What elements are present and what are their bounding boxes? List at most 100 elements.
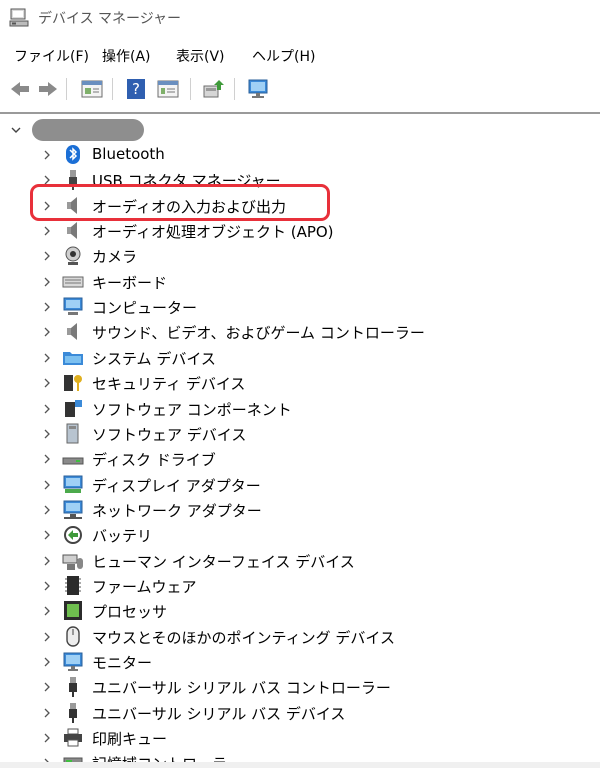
chevron-right-icon[interactable] — [42, 504, 52, 516]
tree-item-processors[interactable]: プロセッサ — [0, 598, 600, 623]
properties-icon[interactable] — [80, 78, 104, 100]
tree-item-security-devices[interactable]: セキュリティ デバイス — [0, 370, 600, 395]
usb-plug-icon — [69, 677, 77, 697]
chevron-right-icon[interactable] — [42, 707, 52, 719]
network-adapter-icon — [63, 500, 83, 519]
battery-icon — [64, 526, 82, 544]
disk-drive-icon — [62, 457, 84, 465]
tree-item-storage-controllers[interactable]: 記憶域コントローラー — [0, 750, 600, 762]
toolbar-separator — [112, 78, 113, 100]
chevron-right-icon[interactable] — [42, 605, 52, 617]
tree-item-label: オーディオ処理オブジェクト (APO) — [92, 223, 334, 241]
software-device-icon — [66, 423, 79, 444]
tree-item-label: 記憶域コントローラー — [92, 753, 242, 762]
back-arrow-icon[interactable] — [8, 78, 32, 100]
chevron-right-icon[interactable] — [42, 580, 52, 592]
tree-item-usb-controllers[interactable]: ユニバーサル シリアル バス コントローラー — [0, 674, 600, 699]
hid-icon — [62, 554, 83, 570]
processor-icon — [64, 601, 82, 620]
tree-item-software-devices[interactable]: ソフトウェア デバイス — [0, 421, 600, 446]
chevron-right-icon[interactable] — [42, 529, 52, 541]
chevron-right-icon[interactable] — [42, 681, 52, 693]
help-icon[interactable]: ? — [124, 78, 148, 100]
storage-controller-icon — [63, 757, 83, 762]
forward-arrow-icon[interactable] — [36, 78, 60, 100]
update-driver-icon[interactable] — [202, 78, 226, 100]
menu-bar: ファイル(F) 操作(A) 表示(V) ヘルプ(H) — [0, 38, 600, 70]
tree-item-label: ソフトウェア コンポーネント — [92, 401, 292, 419]
tree-item-label: プロセッサ — [92, 603, 168, 621]
tree-item-print-queues[interactable]: 印刷キュー — [0, 725, 600, 750]
chevron-right-icon[interactable] — [42, 225, 52, 237]
chevron-right-icon[interactable] — [42, 149, 52, 161]
chevron-right-icon[interactable] — [42, 326, 52, 338]
chevron-right-icon[interactable] — [42, 453, 52, 465]
tree-item-display-adapters[interactable]: ディスプレイ アダプター — [0, 472, 600, 497]
tree-item-computer[interactable]: コンピューター — [0, 294, 600, 319]
menu-file[interactable]: ファイル(F) — [14, 46, 89, 66]
chevron-right-icon[interactable] — [42, 656, 52, 668]
tree-item-label: バッテリ — [92, 527, 153, 545]
chevron-right-icon[interactable] — [42, 276, 52, 288]
firmware-chip-icon — [65, 576, 81, 595]
chevron-right-icon[interactable] — [42, 377, 52, 389]
tree-item-label: ディスク ドライブ — [92, 451, 216, 469]
printer-icon — [64, 728, 82, 747]
tree-item-network-adapters[interactable]: ネットワーク アダプター — [0, 497, 600, 522]
computer-name-redacted[interactable] — [32, 119, 144, 141]
toolbar: ? — [0, 72, 600, 106]
tree-item-label: ファームウェア — [92, 578, 197, 596]
chevron-right-icon[interactable] — [42, 732, 52, 744]
security-key-icon — [64, 375, 82, 391]
tree-item-sound-video-game-controllers[interactable]: サウンド、ビデオ、およびゲーム コントローラー — [0, 319, 600, 344]
tree-item-software-components[interactable]: ソフトウェア コンポーネント — [0, 396, 600, 421]
tree-item-label: モニター — [92, 654, 153, 672]
bluetooth-icon — [66, 145, 80, 164]
software-component-icon — [65, 400, 82, 417]
tree-item-monitors[interactable]: モニター — [0, 649, 600, 674]
tree-item-keyboards[interactable]: キーボード — [0, 269, 600, 294]
tree-item-label: コンピューター — [92, 299, 198, 317]
highlight-box — [30, 184, 330, 221]
tree-item-label: ソフトウェア デバイス — [92, 426, 247, 444]
tree-item-audio-processing-objects[interactable]: オーディオ処理オブジェクト (APO) — [0, 218, 600, 243]
tree-item-mice-pointing-devices[interactable]: マウスとそのほかのポインティング デバイス — [0, 624, 600, 649]
device-manager-icon — [9, 8, 29, 27]
chevron-right-icon[interactable] — [42, 352, 52, 364]
title-bar: デバイス マネージャー — [0, 0, 600, 38]
menu-view[interactable]: 表示(V) — [176, 46, 225, 66]
menu-help[interactable]: ヘルプ(H) — [252, 46, 315, 66]
chevron-down-icon[interactable] — [10, 124, 22, 136]
chevron-right-icon[interactable] — [42, 555, 52, 567]
tree-item-disk-drives[interactable]: ディスク ドライブ — [0, 446, 600, 471]
tree-item-system-devices[interactable]: システム デバイス — [0, 345, 600, 370]
mouse-icon — [66, 626, 80, 647]
chevron-right-icon[interactable] — [42, 301, 52, 313]
computer-icon — [63, 297, 83, 315]
tree-item-label: ユニバーサル シリアル バス コントローラー — [92, 679, 391, 697]
chevron-right-icon[interactable] — [42, 479, 52, 491]
tree-item-firmware[interactable]: ファームウェア — [0, 573, 600, 598]
scan-hardware-icon[interactable] — [246, 78, 270, 100]
toolbar-separator — [234, 78, 235, 100]
tree-item-label: ユニバーサル シリアル バス デバイス — [92, 705, 346, 723]
tree-item-cameras[interactable]: カメラ — [0, 243, 600, 268]
speaker-icon — [67, 323, 77, 340]
camera-icon — [65, 246, 81, 265]
toolbar-separator — [190, 78, 191, 100]
chevron-right-icon[interactable] — [42, 403, 52, 415]
tree-item-human-interface-devices[interactable]: ヒューマン インターフェイス デバイス — [0, 548, 600, 573]
tree-item-batteries[interactable]: バッテリ — [0, 522, 600, 547]
menu-action[interactable]: 操作(A) — [102, 46, 151, 66]
chevron-right-icon[interactable] — [42, 428, 52, 440]
chevron-right-icon[interactable] — [42, 250, 52, 262]
chevron-right-icon[interactable] — [42, 631, 52, 643]
tree-item-bluetooth[interactable]: Bluetooth — [0, 142, 600, 167]
bottom-edge — [0, 762, 600, 768]
tree-item-label: セキュリティ デバイス — [92, 375, 246, 393]
view-details-icon[interactable] — [156, 78, 180, 100]
tree-item-label: サウンド、ビデオ、およびゲーム コントローラー — [92, 324, 425, 342]
tree-item-usb-devices[interactable]: ユニバーサル シリアル バス デバイス — [0, 700, 600, 725]
svg-text:?: ? — [132, 80, 140, 98]
tree-item-label: ディスプレイ アダプター — [92, 477, 261, 495]
